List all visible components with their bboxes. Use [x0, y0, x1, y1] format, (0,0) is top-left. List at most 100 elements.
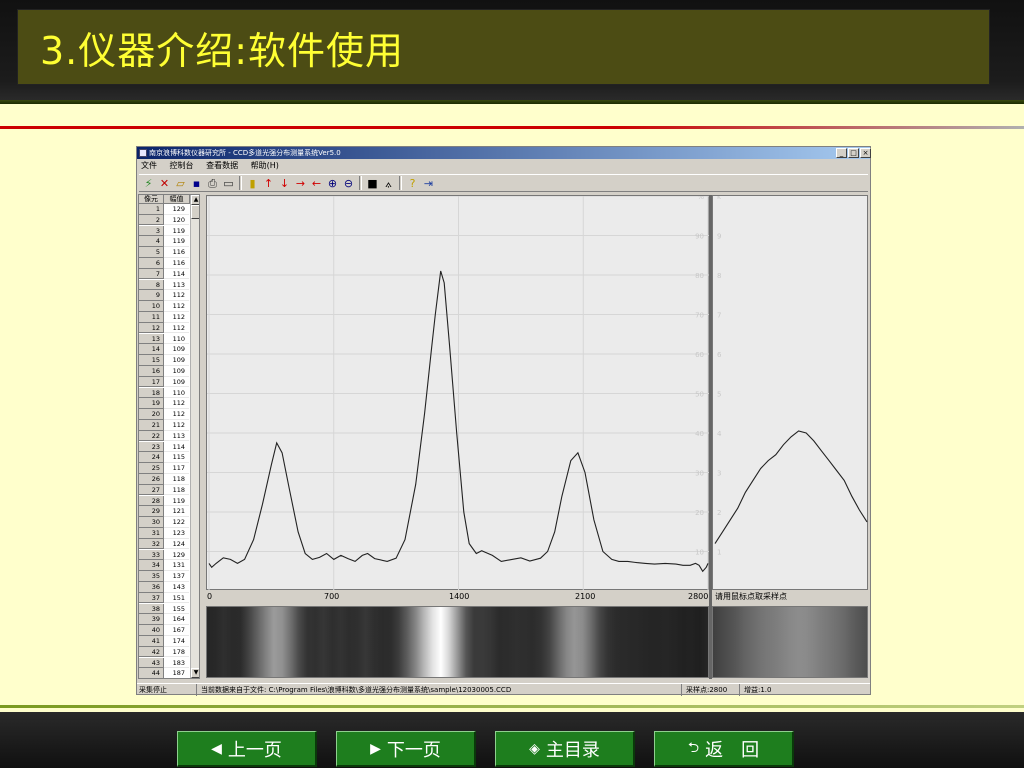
arrow-down-icon[interactable]: ↓	[277, 176, 292, 191]
table-row[interactable]: 42 178	[139, 646, 189, 658]
marker-icon[interactable]: ▮	[245, 176, 260, 191]
side-y-tick-label: 3	[717, 470, 721, 478]
table-row[interactable]: 19 112	[139, 398, 189, 410]
zoom-out-icon[interactable]: ⊖	[341, 176, 356, 191]
table-row[interactable]: 14 109	[139, 344, 189, 356]
rect-icon[interactable]: ■	[365, 176, 380, 191]
save-icon[interactable]: ▪	[189, 176, 204, 191]
pixel-index-cell: 5	[139, 247, 164, 258]
table-row[interactable]: 25 117	[139, 463, 189, 474]
status-gain: 增益:1.0	[744, 686, 772, 694]
status-file: 当前数据来自于文件: C:\Program Files\浪博科数\多道光强分布测…	[199, 684, 682, 696]
pixel-index-cell: 31	[139, 528, 164, 539]
table-row[interactable]: 36 143	[139, 582, 189, 593]
table-row[interactable]: 23 114	[139, 441, 189, 453]
sample-icon[interactable]: ⚡	[141, 176, 156, 191]
amplitude-cell: 110	[164, 388, 189, 399]
column-header-amplitude[interactable]: 幅值	[164, 195, 190, 204]
amplitude-cell: 118	[164, 485, 189, 496]
amplitude-cell: 178	[164, 647, 189, 658]
table-row[interactable]: 33 129	[139, 549, 189, 561]
delete-icon[interactable]: ✕	[157, 176, 172, 191]
table-row[interactable]: 41 174	[139, 636, 189, 647]
table-row[interactable]: 17 109	[139, 376, 189, 388]
exit-icon[interactable]: ⇥	[421, 176, 436, 191]
table-row[interactable]: 37 151	[139, 592, 189, 604]
amplitude-cell: 123	[164, 528, 189, 539]
table-row[interactable]: 38 155	[139, 603, 189, 615]
data-table[interactable]: 像元 幅值 1 129 2 120 3 119 4 119 5 116 6 116 7 114 8 113 9 1…	[138, 194, 200, 679]
table-row[interactable]: 7 114	[139, 268, 189, 280]
zoom-in-icon[interactable]: ⊕	[325, 176, 340, 191]
help-icon[interactable]: ?	[405, 176, 420, 191]
table-row[interactable]: 28 119	[139, 495, 189, 507]
amplitude-cell: 183	[164, 658, 189, 669]
table-row[interactable]: 29 121	[139, 506, 189, 518]
table-row[interactable]: 27 118	[139, 484, 189, 496]
close-button[interactable]: ×	[860, 148, 871, 158]
table-row[interactable]: 11 112	[139, 312, 189, 323]
table-row[interactable]: 2 120	[139, 214, 189, 226]
table-row[interactable]: 18 110	[139, 387, 189, 399]
table-row[interactable]: 32 124	[139, 538, 189, 550]
column-header-pixel[interactable]: 像元	[139, 195, 164, 204]
open-icon[interactable]: ▱	[173, 176, 188, 191]
triangle-right-icon: ▶	[370, 740, 381, 757]
prev-page-button[interactable]: ◀ 上一页	[177, 731, 317, 767]
menu-file[interactable]: 文件	[141, 161, 157, 170]
table-row[interactable]: 16 109	[139, 366, 189, 377]
scroll-up-icon[interactable]: ▲	[191, 195, 199, 205]
minimize-button[interactable]: _	[836, 148, 847, 158]
table-row[interactable]: 21 112	[139, 420, 189, 431]
table-row[interactable]: 26 118	[139, 474, 189, 485]
menu-console[interactable]: 控制台	[170, 161, 194, 170]
measure-icon[interactable]: ⟑	[381, 176, 396, 191]
side-curve	[714, 430, 868, 544]
table-row[interactable]: 15 109	[139, 355, 189, 366]
table-row[interactable]: 6 116	[139, 258, 189, 269]
print-icon[interactable]: ⎙	[205, 176, 220, 191]
side-plot[interactable]: 1 2 3 4 5 6 7 8 9 k	[712, 193, 868, 590]
table-row[interactable]: 9 112	[139, 290, 189, 302]
arrow-right-icon[interactable]: →	[293, 176, 308, 191]
toc-button[interactable]: ◈ 主目录	[495, 731, 635, 767]
arrow-left-icon[interactable]: ←	[309, 176, 324, 191]
menu-help[interactable]: 帮助(H)	[251, 161, 279, 170]
table-row[interactable]: 5 116	[139, 247, 189, 258]
table-row[interactable]: 44 187	[139, 668, 189, 678]
side-y-tick-label: 7	[717, 312, 721, 320]
side-y-tick-label: k	[717, 196, 722, 201]
preview-icon[interactable]: ▭	[221, 176, 236, 191]
side-y-tick-label: 6	[717, 351, 722, 359]
table-row[interactable]: 13 110	[139, 333, 189, 345]
table-row[interactable]: 4 119	[139, 236, 189, 248]
table-row[interactable]: 30 122	[139, 517, 189, 528]
arrow-up-icon[interactable]: ↑	[261, 176, 276, 191]
table-row[interactable]: 31 123	[139, 528, 189, 539]
next-page-button[interactable]: ▶ 下一页	[336, 731, 476, 767]
scroll-thumb[interactable]	[191, 205, 199, 219]
table-row[interactable]: 1 129	[139, 204, 189, 215]
main-plot[interactable]: 10 20 30 40 50 60 70 80 90%	[206, 193, 710, 591]
table-row[interactable]: 20 112	[139, 409, 189, 420]
table-row[interactable]: 39 164	[139, 614, 189, 626]
table-row[interactable]: 40 167	[139, 625, 189, 636]
table-row[interactable]: 12 112	[139, 322, 189, 334]
table-row[interactable]: 22 113	[139, 430, 189, 442]
table-row[interactable]: 8 113	[139, 279, 189, 291]
table-row[interactable]: 35 137	[139, 571, 189, 582]
back-button[interactable]: ⮌ 返 回	[654, 731, 794, 767]
x-tick-label: 0	[207, 592, 213, 601]
maximize-button[interactable]: □	[848, 148, 859, 158]
table-row[interactable]: 3 119	[139, 225, 189, 237]
side-y-tick-label: 5	[717, 391, 721, 399]
table-scrollbar[interactable]: ▲ ▼	[190, 195, 199, 678]
table-row[interactable]: 43 183	[139, 657, 189, 669]
pixel-index-cell: 37	[139, 592, 164, 604]
pixel-index-cell: 25	[139, 463, 164, 474]
menu-view-data[interactable]: 查看数据	[206, 161, 238, 170]
table-row[interactable]: 10 112	[139, 301, 189, 312]
table-row[interactable]: 24 115	[139, 452, 189, 464]
scroll-down-icon[interactable]: ▼	[191, 668, 199, 678]
table-row[interactable]: 34 131	[139, 560, 189, 572]
